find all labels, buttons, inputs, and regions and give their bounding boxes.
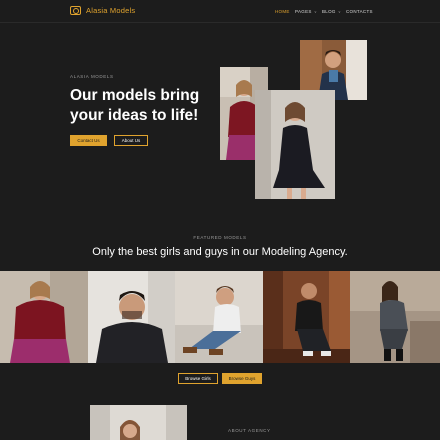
- about-us-button[interactable]: About Us: [114, 135, 148, 146]
- about-photo-woman: [90, 405, 187, 440]
- featured-eyebrow: FEATURED MODELS: [193, 235, 247, 240]
- nav-blog[interactable]: BLOG ⌄: [322, 8, 342, 15]
- brand-logo-text[interactable]: Alasia Models: [86, 6, 135, 15]
- featured-title: Only the best girls and guys in our Mode…: [92, 246, 348, 258]
- nav-blog-label: BLOG: [322, 9, 336, 14]
- hero-eyebrow: ALASIA MODELS: [70, 74, 114, 79]
- contact-us-button[interactable]: Contact Us: [70, 135, 107, 146]
- browse-guys-button[interactable]: Browse Guys: [222, 373, 262, 384]
- model-card-man-stairs[interactable]: [263, 271, 350, 363]
- nav-contacts-label: CONTACTS: [346, 9, 373, 14]
- about-eyebrow: ABOUT AGENCY: [228, 428, 271, 433]
- model-card-man-dark-sweater[interactable]: [88, 271, 175, 363]
- browse-girls-button[interactable]: Browse Girls: [178, 373, 218, 384]
- hero-photo-woman-black-dress: [255, 90, 335, 199]
- camera-icon[interactable]: [70, 6, 81, 15]
- nav-contacts[interactable]: CONTACTS: [346, 9, 373, 14]
- model-card-man-sitting[interactable]: [175, 271, 263, 363]
- chevron-down-icon: ⌄: [313, 8, 318, 14]
- nav-home[interactable]: HOME: [275, 9, 290, 14]
- model-card-woman-sitting[interactable]: [350, 271, 440, 363]
- hero-title: Our models bring your ideas to life!: [70, 87, 200, 124]
- model-card-woman-red-sweater[interactable]: [0, 271, 88, 363]
- nav-pages[interactable]: PAGES ⌄: [295, 8, 318, 15]
- nav-home-label: HOME: [275, 9, 290, 14]
- nav-pages-label: PAGES: [295, 9, 312, 14]
- site-header: [0, 0, 440, 23]
- chevron-down-icon: ⌄: [337, 8, 342, 14]
